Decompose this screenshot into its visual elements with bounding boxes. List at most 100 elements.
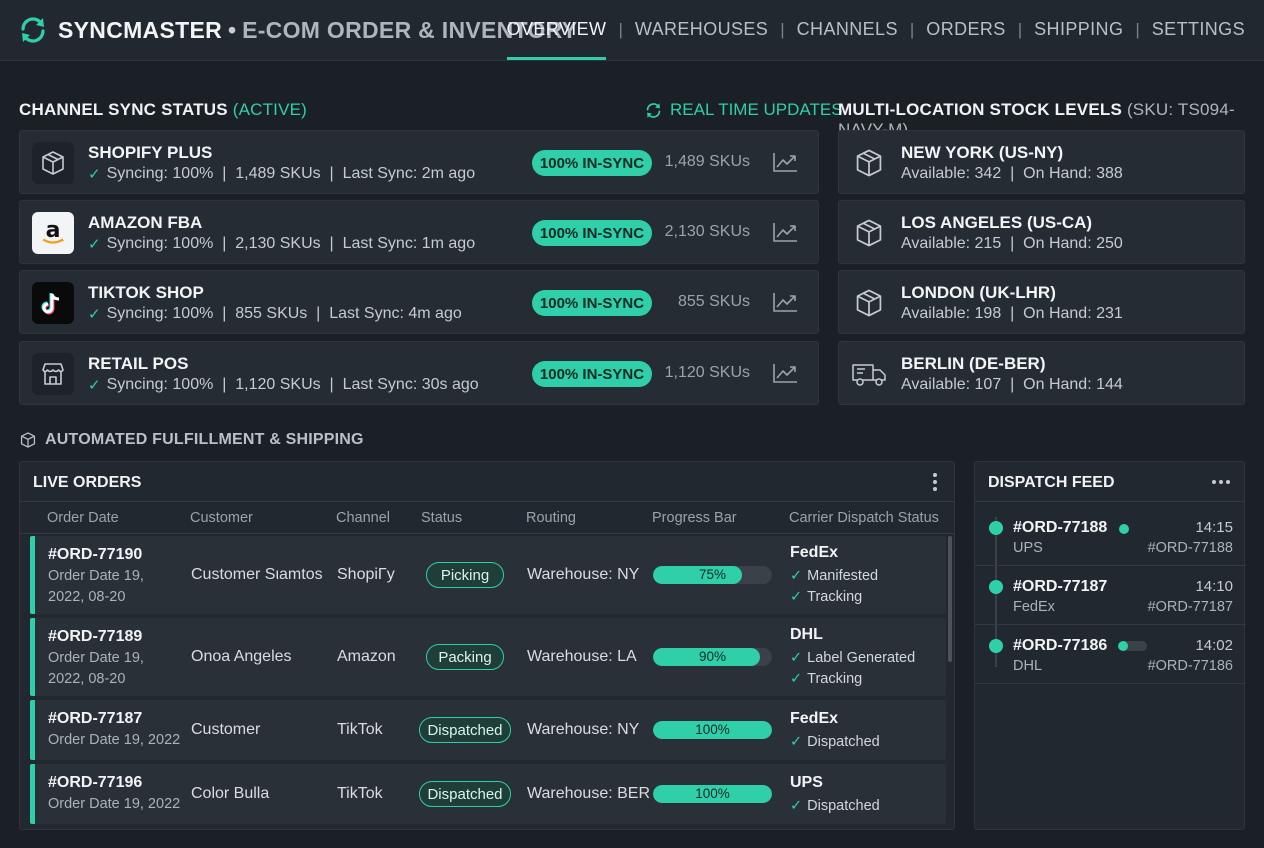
location-stock: Available: 342 | On Hand: 388 (901, 165, 1123, 182)
col-order-date[interactable]: Order Date (47, 510, 119, 526)
nav-orders[interactable]: ORDERS (926, 19, 1005, 40)
nav-overview[interactable]: OVERVIEW (506, 19, 607, 60)
carrier-step-label: Manifested (807, 568, 879, 584)
nav-separator: | (618, 19, 623, 39)
channel-name: ShopiΓy (337, 566, 395, 583)
storefront-icon (32, 353, 74, 395)
carrier-step: ✓ Manifested (790, 566, 878, 587)
nav-shipping[interactable]: SHIPPING (1034, 19, 1123, 40)
customer-name: Customer Sιamtos (191, 566, 323, 583)
feed-time: 14:02 (1195, 637, 1233, 654)
col-customer[interactable]: Customer (190, 510, 253, 526)
nav-warehouses[interactable]: WAREHOUSES (635, 19, 768, 40)
channel-card-shopify[interactable]: SHOPIFY PLUS ✓ Syncing: 100% | 1,489 SKUs… (19, 130, 819, 194)
channel-meta-text: Syncing: 100% | 1,489 SKUs | Last Sync: … (106, 165, 476, 182)
table-row[interactable]: #ORD-77190 Order Date 19, 2022, 08-20 Cus… (30, 536, 946, 614)
check-icon: ✓ (790, 589, 803, 605)
order-date: Order Date 19, 2022 (48, 796, 181, 812)
col-routing[interactable]: Routing (526, 510, 576, 526)
check-icon: ✓ (88, 166, 101, 183)
brand-name: SYNCMASTER (58, 16, 223, 43)
col-progress[interactable]: Progress Bar (652, 510, 737, 526)
nav-settings[interactable]: SETTINGS (1152, 19, 1245, 40)
progress-label: 100% (695, 786, 730, 801)
status-badge: Picking (426, 562, 504, 588)
check-icon: ✓ (790, 671, 803, 687)
channel-meta-text: Syncing: 100% | 855 SKUs | Last Sync: 4m… (106, 305, 462, 322)
tiktok-icon (32, 282, 74, 324)
routing: Warehouse: NY (527, 566, 640, 583)
channel-name: SHOPIFY PLUS (88, 143, 213, 162)
trend-chart-icon[interactable] (772, 291, 798, 313)
table-row[interactable]: #ORD-77187 Order Date 19, 2022 Customer … (30, 700, 946, 760)
order-date-line: Order Date 19, (48, 650, 144, 666)
feed-item[interactable]: #ORD-77188 UPS 14:15 #ORD-77188 (975, 507, 1246, 566)
routing: Warehouse: LA (527, 648, 637, 665)
timeline-dot (989, 580, 1003, 594)
routing: Warehouse: NY (527, 721, 640, 738)
trend-chart-icon[interactable] (772, 362, 798, 384)
check-icon: ✓ (88, 377, 101, 394)
channel-card-tiktok[interactable]: TIKTOK SHOP ✓ Syncing: 100% | 855 SKUs | … (19, 270, 819, 334)
channel-sync-title: CHANNEL SYNC STATUS (ACTIVE) (19, 100, 307, 120)
dispatch-feed-panel: DISPATCH FEED #ORD-77188 UPS 14:15 #ORD-… (974, 461, 1246, 830)
channel-name: AMAZON FBA (88, 213, 203, 232)
amazon-icon: a (32, 212, 74, 254)
feed-carrier: DHL (1013, 658, 1043, 674)
top-bar: SYNCMASTER • E-COM ORDER & INVENTORY OVE… (0, 0, 1264, 61)
table-row[interactable]: #ORD-77189 Order Date 19, 2022, 08-20 Ono… (30, 618, 946, 696)
stock-card-london[interactable]: LONDON (UK-LHR) Available: 198 | On Hand… (838, 270, 1245, 334)
location-name: NEW YORK (US-NY) (901, 143, 1064, 162)
trend-chart-icon[interactable] (772, 151, 798, 173)
box-icon (851, 215, 887, 251)
brand[interactable]: SYNCMASTER • E-COM ORDER & INVENTORY (18, 15, 577, 45)
channel-sku-count: 2,130 SKUs (664, 223, 750, 240)
more-options-icon[interactable] (1212, 480, 1230, 484)
trend-chart-icon[interactable] (772, 221, 798, 243)
order-date-line: Order Date 19, (48, 568, 144, 584)
stock-card-los-angeles[interactable]: LOS ANGELES (US-CA) Available: 215 | On … (838, 200, 1245, 264)
check-icon: ✓ (790, 798, 803, 814)
channel-meta-text: Syncing: 100% | 1,120 SKUs | Last Sync: … (106, 376, 479, 393)
nav-channels[interactable]: CHANNELS (797, 19, 898, 40)
channel-sku-count: 1,120 SKUs (664, 364, 750, 381)
stock-levels-heading: MULTI-LOCATION STOCK LEVELS (838, 100, 1122, 119)
col-channel[interactable]: Channel (336, 510, 390, 526)
progress-label: 75% (698, 567, 727, 582)
order-id: #ORD-77196 (48, 774, 143, 791)
col-status[interactable]: Status (421, 510, 462, 526)
customer-name: Customer (191, 721, 261, 738)
channel-sync-status: (ACTIVE) (232, 100, 308, 119)
sync-logo-icon (21, 17, 45, 43)
refresh-icon (646, 102, 661, 118)
location-name: LONDON (UK-LHR) (901, 283, 1056, 302)
channel-name: RETAIL POS (88, 354, 189, 373)
box-icon (851, 285, 887, 321)
channel-meta: ✓ Syncing: 100% | 2,130 SKUs | Last Sync:… (88, 235, 475, 253)
order-date: Order Date 19, 2022, 08-20 (48, 648, 144, 690)
col-carrier-status[interactable]: Carrier Dispatch Status (789, 510, 939, 526)
table-row[interactable]: #ORD-77196 Order Date 19, 2022 Color Bul… (30, 764, 946, 824)
channel-card-retail-pos[interactable]: RETAIL POS ✓ Syncing: 100% | 1,120 SKUs |… (19, 341, 819, 405)
order-id: #ORD-77190 (48, 546, 143, 563)
nav-separator: | (780, 19, 785, 39)
stock-card-berlin[interactable]: BERLIN (DE-BER) Available: 107 | On Hand… (838, 341, 1245, 405)
table-scrollbar[interactable] (948, 536, 952, 662)
stock-card-new-york[interactable]: NEW YORK (US-NY) Available: 342 | On Han… (838, 130, 1245, 194)
feed-item[interactable]: #ORD-77187 FedEx 14:10 #ORD-77187 (975, 566, 1246, 625)
check-icon: ✓ (88, 236, 101, 253)
more-options-icon[interactable] (932, 473, 938, 491)
channel-card-amazon[interactable]: a AMAZON FBA ✓ Syncing: 100% | 2,130 SKUs… (19, 200, 819, 264)
status-badge: Dispatched (419, 717, 511, 743)
location-stock: Available: 215 | On Hand: 250 (901, 235, 1123, 252)
channel-name: TikTok (337, 785, 383, 802)
brand-separator: • (228, 16, 237, 43)
feed-ref: #ORD-77187 (1147, 599, 1233, 615)
realtime-updates-toggle[interactable]: REAL TIME UPDATES (645, 100, 843, 120)
feed-order-id: #ORD-77186 (1013, 637, 1108, 654)
realtime-updates-label: REAL TIME UPDATES (670, 100, 843, 119)
routing: Warehouse: BER (527, 785, 651, 802)
progress-bar: 100% (653, 721, 772, 739)
in-sync-badge: 100% IN-SYNC (532, 220, 652, 246)
feed-item[interactable]: #ORD-77186 DHL 14:02 #ORD-77186 (975, 625, 1246, 684)
